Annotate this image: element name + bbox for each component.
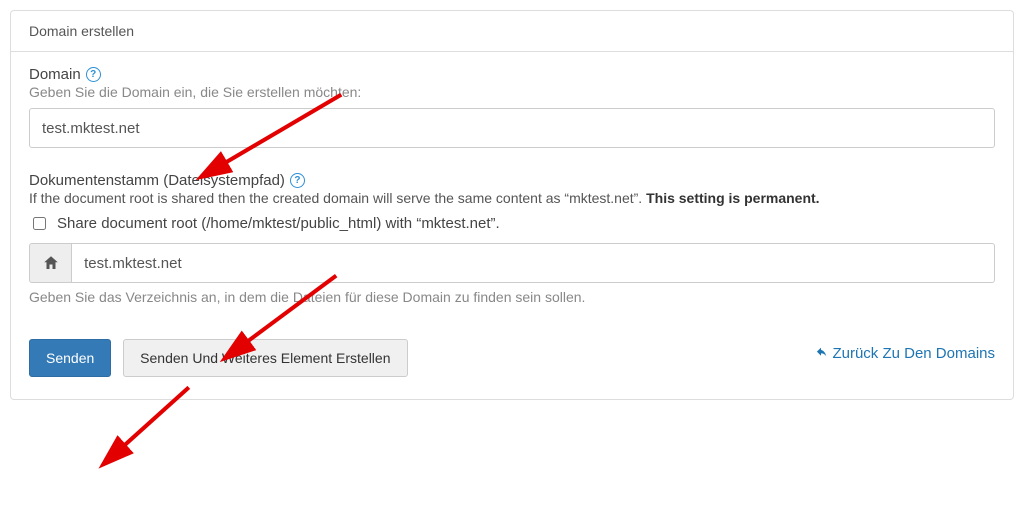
- docroot-help-prefix: If the document root is shared then the …: [29, 190, 646, 206]
- domain-create-panel: Domain erstellen Domain ? Geben Sie die …: [10, 10, 1014, 400]
- submit-and-another-button[interactable]: Senden Und Weiteres Element Erstellen: [123, 339, 407, 377]
- domain-field-label: Domain ?: [29, 66, 995, 83]
- panel-title: Domain erstellen: [11, 11, 1013, 52]
- back-to-domains-link[interactable]: Zurück Zu Den Domains: [814, 345, 995, 362]
- share-docroot-checkbox[interactable]: [33, 217, 46, 230]
- domain-label-text: Domain: [29, 66, 81, 83]
- help-icon[interactable]: ?: [86, 67, 101, 82]
- back-link-text: Zurück Zu Den Domains: [832, 345, 995, 362]
- domain-input[interactable]: [29, 108, 995, 148]
- home-icon: [29, 243, 71, 283]
- docroot-label-text: Dokumentenstamm (Dateisystempfad): [29, 172, 285, 189]
- domain-help-text: Geben Sie die Domain ein, die Sie erstel…: [29, 84, 995, 100]
- docroot-below-help: Geben Sie das Verzeichnis an, in dem die…: [29, 289, 995, 305]
- docroot-help-text: If the document root is shared then the …: [29, 190, 995, 206]
- action-buttons: Senden Senden Und Weiteres Element Erste…: [29, 339, 408, 377]
- docroot-field-label: Dokumentenstamm (Dateisystempfad) ?: [29, 172, 995, 189]
- submit-button[interactable]: Senden: [29, 339, 111, 377]
- help-icon[interactable]: ?: [290, 173, 305, 188]
- docroot-input-group: [29, 243, 995, 283]
- docroot-help-strong: This setting is permanent.: [646, 190, 819, 206]
- undo-icon: [814, 347, 828, 361]
- share-docroot-label[interactable]: Share document root (/home/mktest/public…: [57, 215, 500, 232]
- docroot-input[interactable]: [71, 243, 995, 283]
